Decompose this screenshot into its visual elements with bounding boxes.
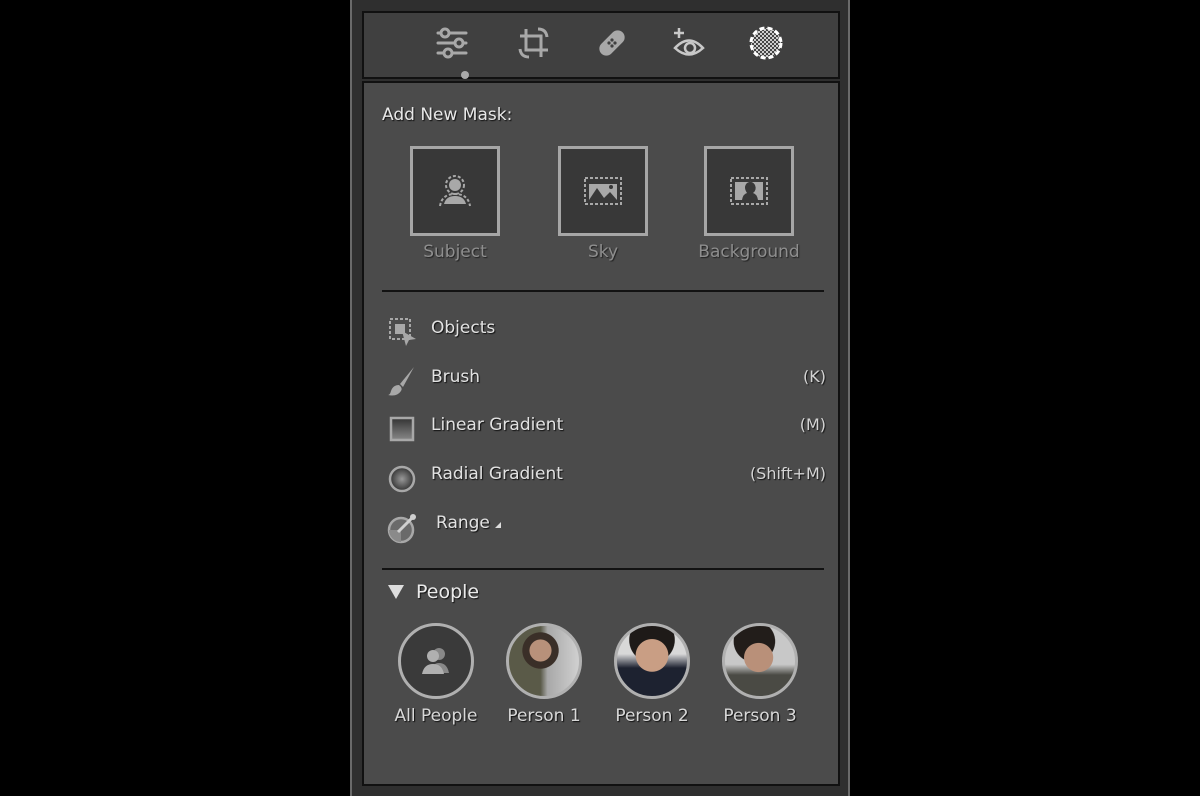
person-2-avatar [614, 623, 690, 699]
red-eye-tool-button[interactable] [669, 23, 709, 63]
dropdown-caret-icon[interactable] [494, 522, 501, 528]
sliders-icon [436, 27, 468, 59]
mask-panel: Add New Mask: Subject Sky Background Obj… [362, 81, 840, 786]
person-2-label: Person 2 [615, 706, 689, 726]
objects-icon [389, 318, 416, 346]
people-group-icon [422, 648, 449, 674]
heal-tool-button[interactable] [592, 23, 632, 63]
masking-panel-frame: Add New Mask: Subject Sky Background Obj… [350, 0, 850, 796]
people-heading: People [416, 581, 480, 603]
person-3-button[interactable]: Person 3 [710, 623, 810, 726]
sky-icon [584, 177, 622, 205]
brush-shortcut: (K) [803, 367, 826, 386]
radial-gradient-icon [388, 465, 416, 493]
all-people-button[interactable]: All People [386, 623, 486, 726]
background-icon [730, 177, 768, 205]
person-1-label: Person 1 [507, 706, 581, 726]
subject-label: Subject [423, 242, 487, 262]
person-1-button[interactable]: Person 1 [494, 623, 594, 726]
background-label: Background [698, 242, 800, 262]
masking-tool-button[interactable] [746, 23, 786, 63]
all-people-label: All People [394, 706, 478, 726]
subject-mask-button[interactable] [410, 146, 500, 236]
active-tool-indicator [461, 71, 469, 79]
range-text: Range [436, 513, 490, 533]
brush-label: Brush [431, 367, 481, 387]
brush-icon [388, 367, 414, 396]
edit-tool-button[interactable] [432, 23, 472, 63]
crop-rotate-icon [518, 27, 549, 59]
mask-circle-icon [749, 26, 783, 60]
range-icon [387, 514, 416, 544]
objects-tool-row[interactable]: Objects [386, 313, 826, 347]
radial-gradient-tool-row[interactable]: Radial Gradient (Shift+M) [386, 459, 826, 493]
background-mask-button[interactable] [704, 146, 794, 236]
sky-mask-button[interactable] [558, 146, 648, 236]
crop-tool-button[interactable] [514, 23, 554, 63]
linear-gradient-icon [389, 416, 415, 442]
person-2-button[interactable]: Person 2 [602, 623, 702, 726]
person-3-avatar [722, 623, 798, 699]
range-label: Range [436, 513, 501, 533]
bandage-icon [599, 30, 625, 56]
subject-icon [439, 175, 471, 207]
objects-label: Objects [431, 318, 496, 338]
divider [382, 290, 824, 292]
add-new-mask-heading: Add New Mask: [382, 105, 513, 125]
divider [382, 568, 824, 570]
all-people-avatar [398, 623, 474, 699]
person-1-avatar [506, 623, 582, 699]
sky-label: Sky [587, 242, 619, 262]
linear-gradient-shortcut: (M) [799, 415, 826, 434]
eye-plus-icon [673, 28, 705, 56]
range-tool-row[interactable]: Range [386, 508, 826, 544]
people-section-toggle[interactable]: People [388, 581, 479, 603]
radial-gradient-label: Radial Gradient [431, 464, 563, 484]
radial-gradient-shortcut: (Shift+M) [749, 464, 826, 483]
linear-gradient-tool-row[interactable]: Linear Gradient (M) [386, 410, 826, 444]
disclosure-triangle-icon [388, 585, 404, 599]
tool-strip [362, 11, 840, 79]
linear-gradient-label: Linear Gradient [431, 415, 564, 435]
person-3-label: Person 3 [723, 706, 797, 726]
brush-tool-row[interactable]: Brush (K) [386, 362, 826, 396]
